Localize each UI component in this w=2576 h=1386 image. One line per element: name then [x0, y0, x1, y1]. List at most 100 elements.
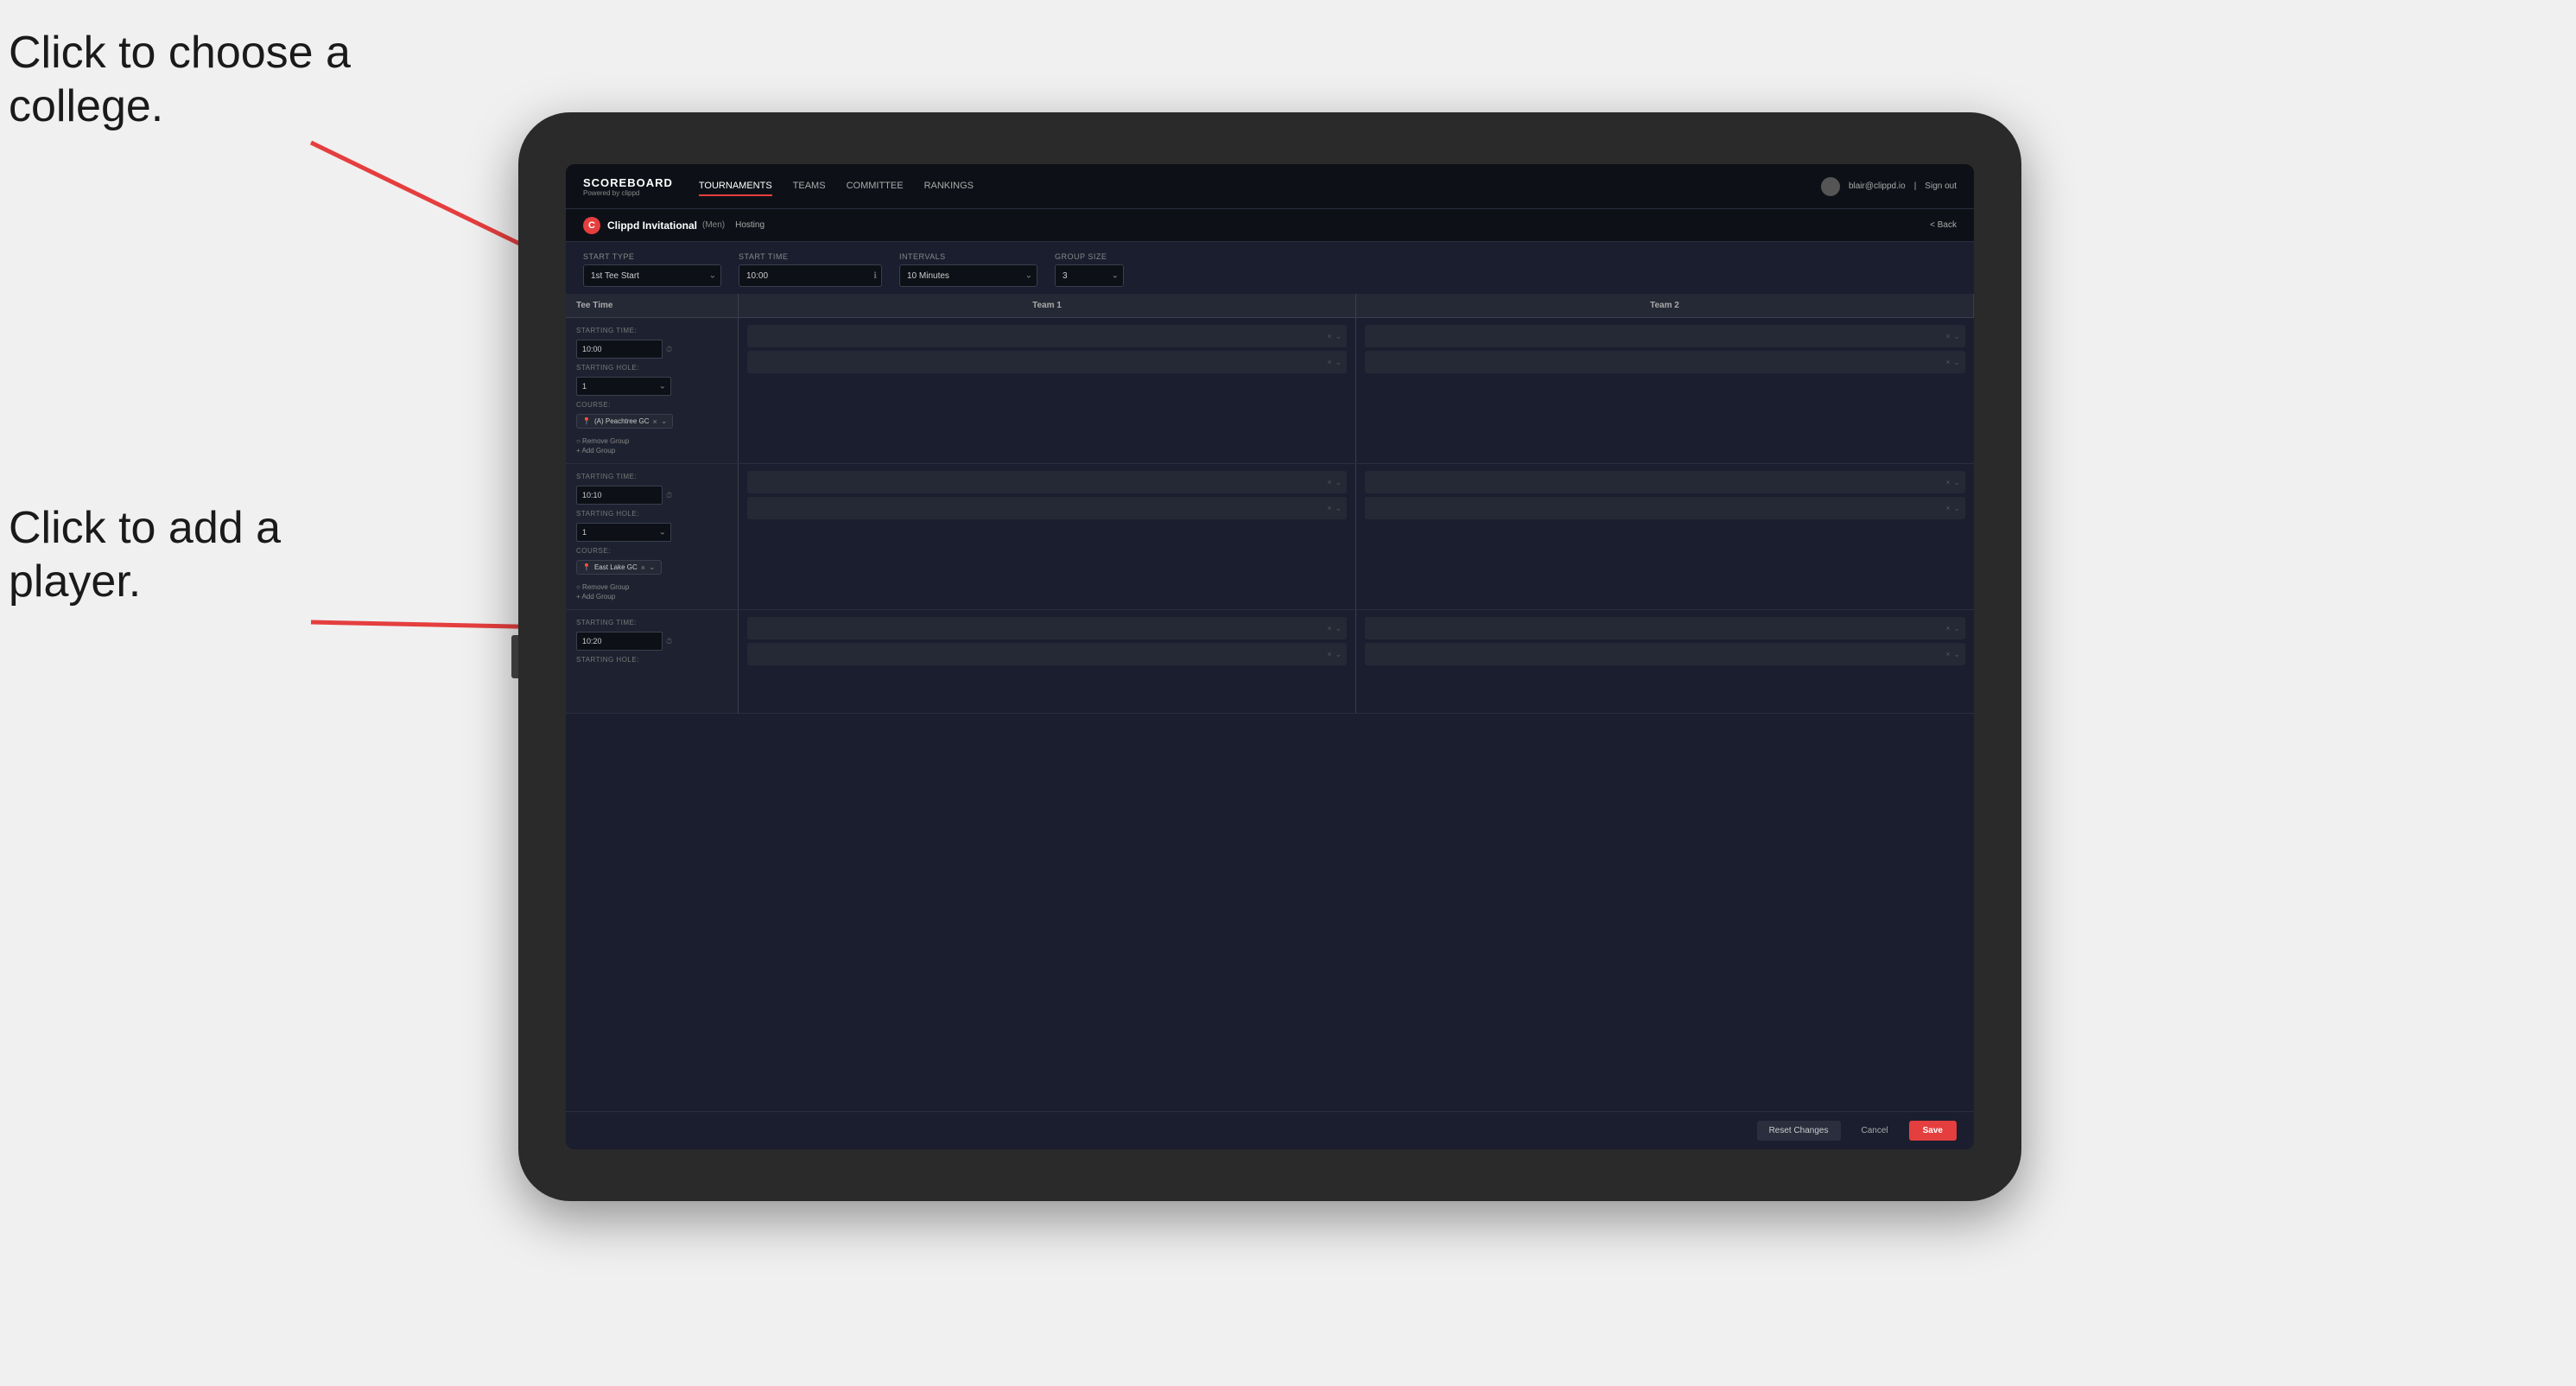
player-slot-1-2[interactable]: × ⌄	[747, 351, 1347, 373]
player-arrow-icon-3[interactable]: ⌄	[1953, 332, 1960, 341]
add-group-1[interactable]: + Add Group	[576, 447, 727, 455]
starting-time-input-2[interactable]	[576, 486, 663, 505]
player-slot-6-2[interactable]: × ⌄	[1365, 643, 1965, 665]
intervals-wrapper: 10 Minutes	[899, 264, 1037, 287]
tee-left-3: STARTING TIME: ⏱ STARTING HOLE:	[566, 610, 739, 713]
nav-logo: SCOREBOARD Powered by clippd	[583, 176, 673, 197]
nav-link-rankings[interactable]: RANKINGS	[924, 177, 974, 196]
intervals-select[interactable]: 10 Minutes	[899, 264, 1037, 287]
start-type-select[interactable]: 1st Tee Start	[583, 264, 721, 287]
group-size-label: Group Size	[1055, 252, 1124, 261]
course-remove-1[interactable]: ×	[653, 417, 657, 426]
content-area: Start Type 1st Tee Start Start Time ℹ	[566, 242, 1974, 1149]
starting-hole-label-1: STARTING HOLE:	[576, 364, 727, 372]
ps-a8[interactable]: ⌄	[1953, 650, 1960, 659]
group-size-select[interactable]: 3	[1055, 264, 1124, 287]
starting-hole-select-2[interactable]: 1	[576, 523, 671, 542]
tee-team2-2: × ⌄ × ⌄	[1356, 464, 1974, 609]
course-arrow-1[interactable]: ⌄	[661, 416, 668, 426]
controls-row: Start Type 1st Tee Start Start Time ℹ	[566, 242, 1974, 294]
remove-group-2[interactable]: ○ Remove Group	[576, 583, 727, 591]
cancel-button[interactable]: Cancel	[1850, 1121, 1900, 1141]
table-header-team2: Team 2	[1356, 294, 1974, 317]
table-row: STARTING TIME: ⏱ STARTING HOLE: 1	[566, 318, 1974, 464]
ps-a4[interactable]: ⌄	[1953, 504, 1960, 513]
start-type-wrapper: 1st Tee Start	[583, 264, 721, 287]
tee-team1-3: × ⌄ × ⌄	[739, 610, 1356, 713]
starting-hole-select-1[interactable]: 1	[576, 377, 671, 396]
ps-x1[interactable]: ×	[1327, 478, 1331, 486]
course-tag-2[interactable]: 📍 East Lake GC × ⌄	[576, 560, 662, 575]
player-slot-4-2[interactable]: × ⌄	[1365, 497, 1965, 519]
course-arrow-2[interactable]: ⌄	[649, 563, 656, 572]
ps-a1[interactable]: ⌄	[1335, 478, 1342, 487]
tee-left-2: STARTING TIME: ⏱ STARTING HOLE: 1	[566, 464, 739, 609]
nav-logo-title: SCOREBOARD	[583, 176, 673, 189]
ps-a3[interactable]: ⌄	[1953, 478, 1960, 487]
player-slot-3-2[interactable]: × ⌄	[747, 497, 1347, 519]
tablet-screen: SCOREBOARD Powered by clippd TOURNAMENTS…	[566, 164, 1974, 1149]
info-icon: ℹ	[873, 271, 877, 281]
player-arrow-icon-2[interactable]: ⌄	[1335, 358, 1342, 367]
starting-time-input-3[interactable]	[576, 632, 663, 651]
reset-button[interactable]: Reset Changes	[1757, 1121, 1841, 1141]
ps-x7[interactable]: ×	[1945, 624, 1950, 633]
clock-icon-1: ⏱	[666, 345, 672, 354]
hole-select-wrapper-2: 1	[576, 523, 671, 542]
ps-x2[interactable]: ×	[1327, 504, 1331, 512]
player-x-icon-4[interactable]: ×	[1945, 358, 1950, 366]
ps-x3[interactable]: ×	[1945, 478, 1950, 486]
player-x-icon-2[interactable]: ×	[1327, 358, 1331, 366]
player-x-icon[interactable]: ×	[1327, 332, 1331, 340]
player-slot-2-1[interactable]: × ⌄	[1365, 325, 1965, 347]
sub-header-back[interactable]: < Back	[1930, 220, 1957, 230]
ps-a6[interactable]: ⌄	[1335, 650, 1342, 659]
save-button[interactable]: Save	[1909, 1121, 1957, 1141]
ps-a7[interactable]: ⌄	[1953, 624, 1960, 633]
player-slot-6-1[interactable]: × ⌄	[1365, 617, 1965, 639]
course-tag-1[interactable]: 📍 (A) Peachtree GC × ⌄	[576, 414, 673, 429]
player-x-icon-3[interactable]: ×	[1945, 332, 1950, 340]
player-arrow-icon[interactable]: ⌄	[1335, 332, 1342, 341]
nav-logo-sub: Powered by clippd	[583, 189, 673, 197]
player-slot-3-1[interactable]: × ⌄	[747, 471, 1347, 493]
player-slot-4-1[interactable]: × ⌄	[1365, 471, 1965, 493]
sub-header-logo: C	[583, 217, 600, 234]
tablet-side-button[interactable]	[511, 635, 518, 678]
starting-time-label-1: STARTING TIME:	[576, 327, 727, 334]
start-time-label: Start Time	[739, 252, 882, 261]
remove-group-1[interactable]: ○ Remove Group	[576, 437, 727, 445]
table-header-tee-time: Tee Time	[566, 294, 739, 317]
tee-team1-2: × ⌄ × ⌄	[739, 464, 1356, 609]
start-time-input[interactable]	[739, 264, 882, 287]
start-type-label: Start Type	[583, 252, 721, 261]
ps-x4[interactable]: ×	[1945, 504, 1950, 512]
player-slot-1-1[interactable]: × ⌄	[747, 325, 1347, 347]
ps-a5[interactable]: ⌄	[1335, 624, 1342, 633]
course-name-2: East Lake GC	[594, 563, 638, 571]
player-arrow-icon-4[interactable]: ⌄	[1953, 358, 1960, 367]
course-remove-2[interactable]: ×	[641, 563, 645, 572]
sub-header: C Clippd Invitational (Men) Hosting < Ba…	[566, 209, 1974, 242]
ps-a2[interactable]: ⌄	[1335, 504, 1342, 513]
start-time-group: Start Time ℹ	[739, 252, 882, 287]
starting-hole-row-2: 1	[576, 523, 727, 542]
nav-link-committee[interactable]: COMMITTEE	[847, 177, 904, 196]
nav-link-teams[interactable]: TEAMS	[793, 177, 826, 196]
player-slot-2-2[interactable]: × ⌄	[1365, 351, 1965, 373]
nav-separator: |	[1914, 181, 1917, 191]
ps-x5[interactable]: ×	[1327, 624, 1331, 633]
starting-time-row-2: ⏱	[576, 486, 727, 505]
add-group-2[interactable]: + Add Group	[576, 593, 727, 601]
table-header-team1: Team 1	[739, 294, 1356, 317]
clock-icon-2: ⏱	[666, 491, 672, 500]
intervals-group: Intervals 10 Minutes	[899, 252, 1037, 287]
player-slot-5-2[interactable]: × ⌄	[747, 643, 1347, 665]
starting-time-input-1[interactable]	[576, 340, 663, 359]
nav-sign-out[interactable]: Sign out	[1925, 181, 1957, 191]
ps-x8[interactable]: ×	[1945, 650, 1950, 658]
player-slot-5-1[interactable]: × ⌄	[747, 617, 1347, 639]
ps-x6[interactable]: ×	[1327, 650, 1331, 658]
nav-user-email: blair@clippd.io	[1849, 181, 1906, 191]
nav-link-tournaments[interactable]: TOURNAMENTS	[699, 177, 772, 196]
